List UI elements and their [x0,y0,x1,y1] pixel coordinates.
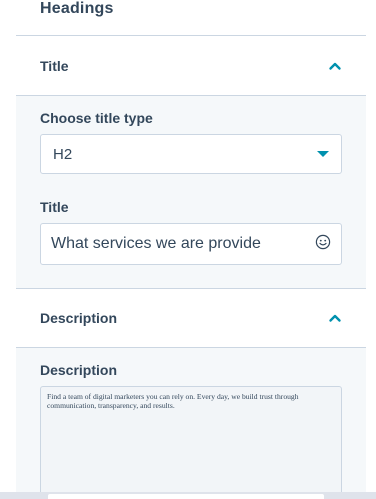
chevron-up-icon[interactable] [328,59,342,73]
title-section-label: Title [40,57,69,74]
caret-down-icon [317,151,329,157]
smiley-icon[interactable] [315,234,331,254]
description-field-label: Description [40,362,118,378]
title-type-label: Choose title type [40,110,153,126]
title-section-header[interactable]: Title [16,35,366,95]
title-input[interactable]: What services we are provide [40,223,342,265]
title-field-label: Title [40,199,69,215]
scrollbar-thumb[interactable] [48,494,324,499]
title-type-select[interactable]: H2 [40,134,342,174]
title-type-value: H2 [53,145,73,163]
title-section-body: Choose title type H2 Title What services… [16,95,366,288]
title-input-value: What services we are provide [51,235,261,252]
description-textarea[interactable]: Find a team of digital marketers you can… [40,386,342,499]
panel-heading: Headings [40,0,114,17]
chevron-up-icon[interactable] [328,311,342,325]
description-section-body: Description Find a team of digital marke… [16,347,366,499]
horizontal-scrollbar[interactable] [0,492,376,499]
headings-panel: Headings Title Choose title type H2 Titl… [0,0,376,499]
description-section-label: Description [40,310,118,326]
description-section-header[interactable]: Description [16,288,366,347]
